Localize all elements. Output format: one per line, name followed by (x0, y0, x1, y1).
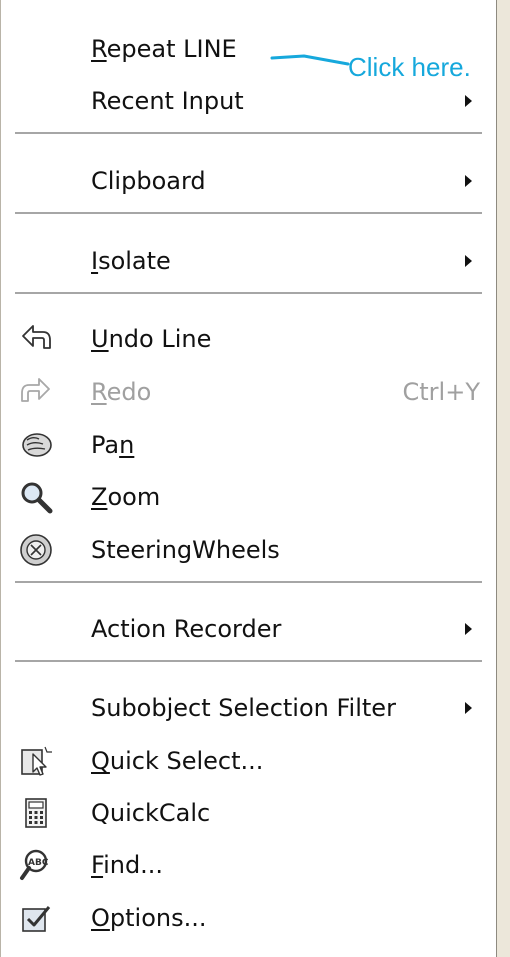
menu-item-label: Isolate (91, 247, 171, 275)
menu-item-label: Repeat LINE (91, 35, 237, 63)
menu-item-steeringwheels[interactable]: SteeringWheels (1, 527, 496, 573)
menu-item-label: Find... (91, 851, 164, 879)
svg-text:ABC: ABC (28, 858, 49, 868)
quick-select-icon (21, 746, 52, 776)
menu-item-isolate[interactable]: Isolate (1, 238, 496, 284)
accelerator-key: R (91, 378, 107, 406)
submenu-arrow-icon (465, 623, 472, 635)
menu-item-subobject-selection-filter[interactable]: Subobject Selection Filter (1, 685, 496, 731)
menu-item-label: Recent Input (91, 87, 244, 115)
menu-item-label: Zoom (91, 483, 161, 511)
menu-item-options[interactable]: Options... (1, 895, 496, 941)
accelerator-key: O (91, 904, 110, 932)
accelerator-key: n (119, 431, 135, 459)
shortcut-text: Ctrl+Y (402, 378, 480, 406)
menu-item-zoom[interactable]: Zoom (1, 474, 496, 520)
menu-item-quick-select[interactable]: Quick Select... (1, 738, 496, 784)
menu-item-label: Clipboard (91, 167, 206, 195)
menu-item-label: Action Recorder (91, 615, 282, 643)
accelerator-key: F (91, 851, 104, 879)
undo-arrow-icon (22, 325, 51, 349)
menu-item-undo-line[interactable]: Undo Line (1, 316, 496, 362)
redo-arrow-icon (21, 378, 50, 402)
menu-item-redo: Redo Ctrl+Y (1, 369, 496, 415)
menu-item-label: Undo Line (91, 325, 212, 353)
callout-label: Click here. (348, 52, 471, 82)
submenu-arrow-icon (465, 175, 472, 187)
menu-item-label: SteeringWheels (91, 536, 280, 564)
menu-item-label: Pan (91, 431, 135, 459)
menu-item-clipboard[interactable]: Clipboard (1, 158, 496, 204)
calculator-icon (25, 798, 47, 828)
steering-wheel-icon (20, 534, 52, 566)
menu-separator (15, 212, 482, 214)
menu-item-label: Subobject Selection Filter (91, 694, 396, 722)
callout-leader-line (270, 54, 350, 66)
menu-item-find[interactable]: ABC Find... (1, 842, 496, 888)
options-check-icon (22, 906, 51, 932)
accelerator-key: U (91, 325, 109, 353)
submenu-arrow-icon (465, 702, 472, 714)
pan-hand-icon (22, 433, 52, 457)
menu-item-action-recorder[interactable]: Action Recorder (1, 606, 496, 652)
find-abc-icon: ABC (20, 849, 49, 880)
menu-item-label: Redo (91, 378, 152, 406)
accelerator-key: R (91, 35, 107, 63)
menu-item-label: Quick Select... (91, 747, 264, 775)
menu-item-pan[interactable]: Pan (1, 422, 496, 468)
context-menu: Repeat LINE Recent Input Clipboard Isola… (0, 0, 497, 957)
menu-separator (15, 660, 482, 662)
menu-separator (15, 132, 482, 134)
magnifier-icon (21, 482, 53, 514)
accelerator-key: Q (91, 747, 110, 775)
menu-item-recent-input[interactable]: Recent Input (1, 78, 496, 124)
menu-separator (15, 292, 482, 294)
menu-item-label: QuickCalc (91, 799, 211, 827)
submenu-arrow-icon (465, 255, 472, 267)
menu-item-label: Options... (91, 904, 207, 932)
accelerator-key: Z (91, 483, 108, 511)
menu-item-quickcalc[interactable]: QuickCalc (1, 790, 496, 836)
menu-separator (15, 581, 482, 583)
submenu-arrow-icon (465, 95, 472, 107)
